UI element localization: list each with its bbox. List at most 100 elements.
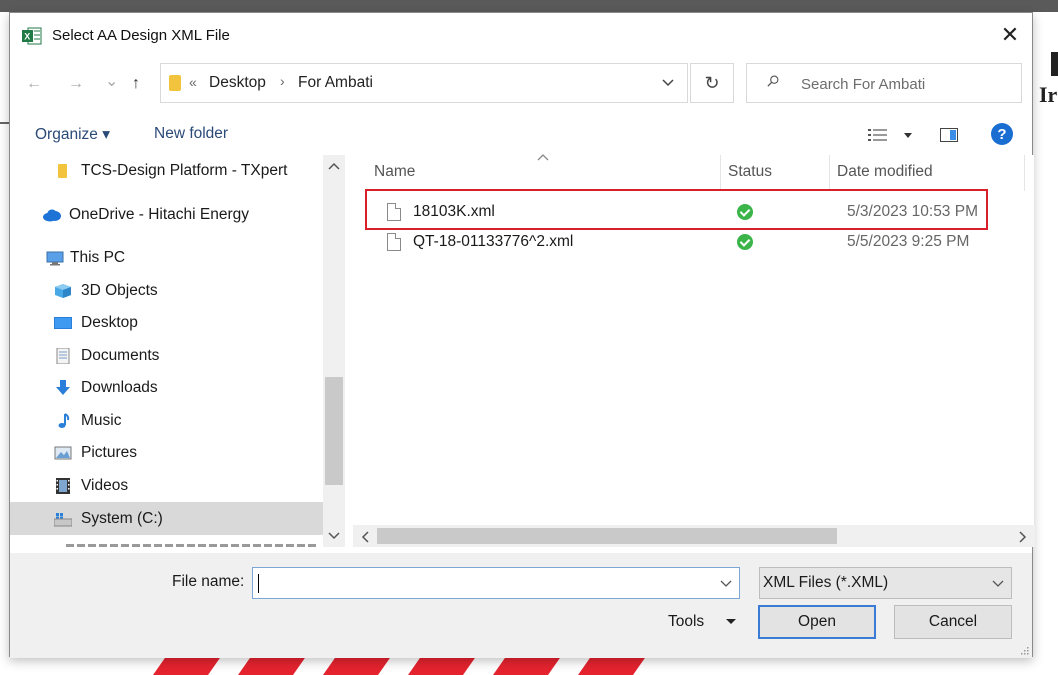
- sidebar-item-label: Pictures: [81, 444, 137, 461]
- sidebar-scrollbar-thumb[interactable]: [325, 377, 343, 485]
- help-icon[interactable]: ?: [991, 123, 1013, 145]
- scroll-up-icon[interactable]: [328, 161, 340, 171]
- refresh-button[interactable]: ↻: [690, 63, 734, 103]
- excel-icon: X: [22, 27, 42, 45]
- navigation-bar: ← → ⌄ ↑ « Desktop › For Ambati ↻: [10, 59, 1032, 109]
- scroll-right-icon[interactable]: [1019, 531, 1027, 543]
- sidebar-item-label: This PC: [70, 249, 126, 266]
- sidebar-item-label: System (C:): [81, 509, 163, 527]
- file-list-horizontal-scrollbar[interactable]: [353, 525, 1035, 547]
- chevron-down-icon[interactable]: [661, 72, 675, 92]
- sidebar-item-this-pc[interactable]: This PC: [46, 243, 125, 273]
- drive-icon: [54, 512, 72, 526]
- highlight-annotation: [365, 189, 988, 230]
- search-input[interactable]: [799, 72, 1013, 96]
- text-caret: [258, 574, 259, 593]
- sidebar-scrollbar[interactable]: [323, 155, 345, 547]
- open-button[interactable]: Open: [758, 605, 876, 639]
- sidebar-item-desktop[interactable]: Desktop: [54, 308, 138, 338]
- sidebar-item-label: Music: [81, 412, 122, 429]
- search-icon: [767, 75, 779, 87]
- file-name-input[interactable]: [259, 573, 703, 595]
- sidebar-item-tcs-design[interactable]: TCS-Design Platform - TXpert: [54, 156, 287, 186]
- cube-icon: [55, 284, 71, 298]
- sidebar-item-label: 3D Objects: [81, 282, 158, 299]
- column-header-status[interactable]: Status: [728, 163, 772, 181]
- title-bar: X Select AA Design XML File ✕: [10, 13, 1032, 59]
- column-header-date-modified[interactable]: Date modified: [837, 163, 933, 181]
- sync-ok-icon: [737, 234, 753, 250]
- refresh-icon: ↻: [704, 72, 720, 93]
- file-name: QT-18-01133776^2.xml: [413, 233, 574, 250]
- documents-icon: [56, 348, 70, 364]
- horizontal-scrollbar-thumb[interactable]: [377, 528, 837, 544]
- address-bar[interactable]: « Desktop › For Ambati: [160, 63, 688, 103]
- sidebar-item-system-c[interactable]: System (C:): [10, 502, 323, 535]
- file-type-select[interactable]: XML Files (*.XML): [759, 567, 1012, 599]
- resize-grip-icon[interactable]: [1019, 645, 1029, 655]
- command-bar: Organize ▾ New folder ?: [10, 117, 1032, 151]
- view-options-icon[interactable]: [868, 128, 914, 142]
- navigation-pane[interactable]: TCS-Design Platform - TXpert OneDrive - …: [10, 155, 345, 547]
- sidebar-item-music[interactable]: Music: [54, 406, 121, 436]
- cancel-button[interactable]: Cancel: [894, 605, 1012, 639]
- breadcrumb-desktop[interactable]: Desktop: [209, 74, 266, 92]
- breadcrumb-overflow[interactable]: «: [189, 74, 197, 90]
- column-divider[interactable]: [829, 155, 830, 191]
- close-icon: ✕: [1000, 22, 1020, 47]
- computer-icon: [46, 251, 64, 266]
- folder-icon: [169, 75, 181, 91]
- breadcrumb-current[interactable]: For Ambati: [298, 74, 373, 92]
- sidebar-item-3d-objects[interactable]: 3D Objects: [54, 276, 158, 306]
- breadcrumb-separator: ›: [280, 73, 285, 89]
- search-box[interactable]: [746, 63, 1022, 103]
- sidebar-item-label: OneDrive - Hitachi Energy: [69, 206, 250, 223]
- dialog-title: Select AA Design XML File: [52, 27, 230, 44]
- new-folder-button[interactable]: New folder: [154, 125, 228, 143]
- back-button[interactable]: ←: [26, 75, 42, 93]
- file-name-combobox[interactable]: [252, 567, 740, 599]
- caret-down-icon[interactable]: [726, 613, 736, 629]
- column-divider[interactable]: [1024, 155, 1025, 191]
- background-partial-text: Ir: [1039, 82, 1058, 107]
- column-header-name[interactable]: Name: [374, 163, 415, 181]
- sidebar-item-label: Downloads: [81, 379, 158, 396]
- background-red-stripes: [150, 655, 650, 675]
- column-divider[interactable]: [720, 155, 721, 191]
- file-type-value: XML Files (*.XML): [763, 574, 889, 591]
- organize-button[interactable]: Organize ▾: [35, 125, 110, 144]
- chevron-down-icon: [992, 580, 1004, 587]
- chevron-down-icon[interactable]: [719, 574, 733, 592]
- picture-icon: [54, 446, 72, 460]
- download-arrow-icon: [56, 380, 70, 395]
- forward-button[interactable]: →: [68, 75, 84, 93]
- sidebar-item-pictures[interactable]: Pictures: [54, 438, 137, 468]
- svg-text:X: X: [24, 32, 30, 42]
- video-icon: [56, 478, 70, 494]
- file-name-label: File name:: [172, 573, 245, 590]
- close-button[interactable]: ✕: [988, 17, 1032, 53]
- file-open-dialog: X Select AA Design XML File ✕ ← → ⌄ ↑ « …: [9, 12, 1035, 658]
- file-date: 5/5/2023 9:25 PM: [847, 233, 970, 250]
- sidebar-item-label: Videos: [81, 477, 129, 494]
- recent-locations-button[interactable]: ⌄: [105, 71, 118, 91]
- sidebar-item-clipped: [66, 544, 316, 547]
- onedrive-icon: [43, 209, 61, 222]
- scroll-down-icon[interactable]: [328, 531, 340, 541]
- sidebar-item-label: TCS-Design Platform - TXpert: [81, 162, 288, 179]
- background-top-strip: [0, 0, 1058, 12]
- sidebar-item-documents[interactable]: Documents: [54, 341, 159, 371]
- scroll-left-icon[interactable]: [361, 531, 369, 543]
- desktop-icon: [54, 317, 72, 329]
- up-button[interactable]: ↑: [132, 75, 140, 93]
- tools-button[interactable]: Tools: [668, 613, 704, 631]
- music-note-icon: [58, 413, 70, 428]
- sidebar-item-label: Desktop: [81, 314, 138, 331]
- dialog-footer: File name: XML Files (*.XML) Tools Open …: [10, 553, 1032, 658]
- sort-ascending-icon: [537, 154, 549, 161]
- sidebar-item-videos[interactable]: Videos: [54, 471, 128, 501]
- sidebar-item-downloads[interactable]: Downloads: [54, 373, 158, 403]
- sidebar-item-onedrive[interactable]: OneDrive - Hitachi Energy: [42, 200, 249, 230]
- table-row[interactable]: QT-18-01133776^2.xml 5/5/2023 9:25 PM: [373, 227, 993, 257]
- preview-pane-icon[interactable]: [940, 128, 958, 142]
